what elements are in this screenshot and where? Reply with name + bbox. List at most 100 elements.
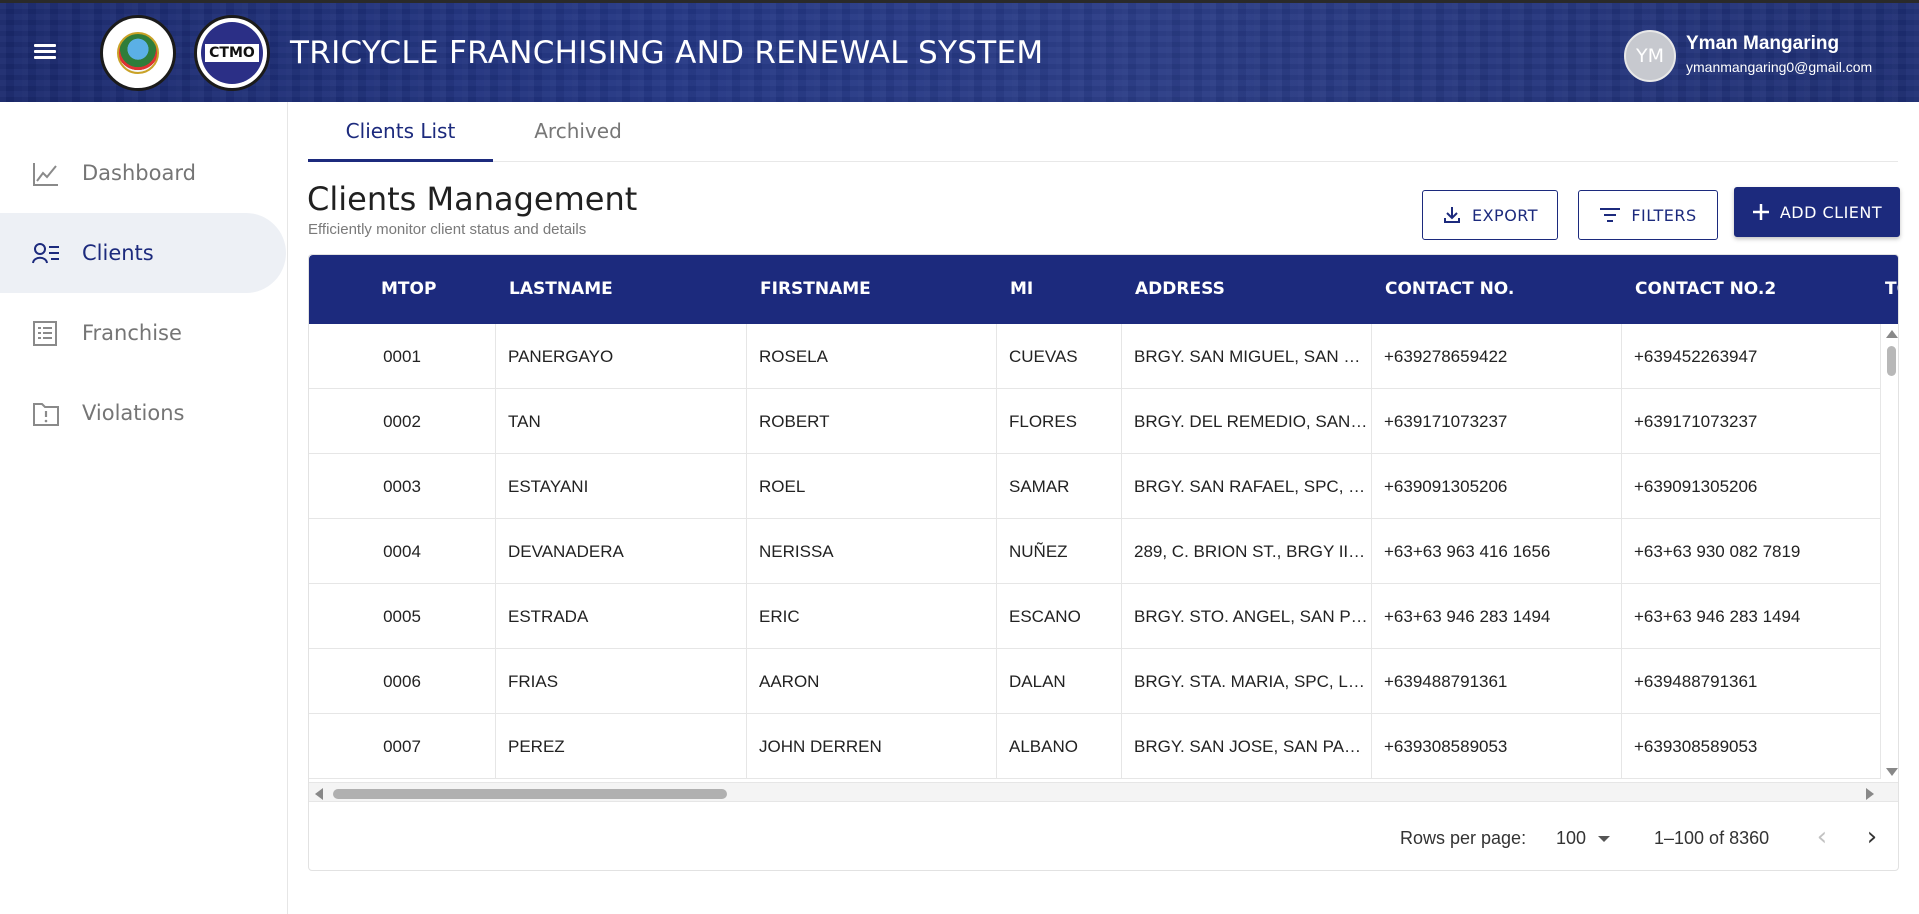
cell-mi: ALBANO xyxy=(997,714,1122,779)
cell-firstname: NERISSA xyxy=(747,519,997,584)
cell-lastname: FRIAS xyxy=(496,649,747,714)
city-seal-logo xyxy=(100,15,176,91)
sidebar-item-violations[interactable]: Violations xyxy=(0,373,286,453)
clients-table: MTOP LASTNAME FIRSTNAME MI ADDRESS CONTA… xyxy=(308,254,1899,871)
cell-firstname: ROSELA xyxy=(747,324,997,389)
filters-button[interactable]: FILTERS xyxy=(1578,190,1718,240)
sidebar-item-dashboard[interactable]: Dashboard xyxy=(0,133,286,213)
cell-contact-no: +63+63 946 283 1494 xyxy=(1372,584,1622,649)
cell-address: BRGY. DEL REMEDIO, SAN … xyxy=(1122,389,1372,454)
column-header-contact-no2[interactable]: CONTACT NO.2 xyxy=(1635,255,1776,324)
cell-mi: CUEVAS xyxy=(997,324,1122,389)
page-title: Clients Management xyxy=(307,180,638,218)
cell-contact-no: +639171073237 xyxy=(1372,389,1622,454)
people-list-icon xyxy=(32,243,59,264)
rows-per-page-select[interactable]: 100 xyxy=(1556,828,1611,849)
menu-icon[interactable] xyxy=(30,41,60,67)
sidebar: Dashboard Clients Franchise Violations xyxy=(0,102,288,914)
add-client-button[interactable]: ADD CLIENT xyxy=(1734,187,1900,237)
scroll-right-icon[interactable] xyxy=(1866,788,1874,800)
cell-address: 289, C. BRION ST., BRGY II… xyxy=(1122,519,1372,584)
table-body: 0001 PANERGAYO ROSELA CUEVAS BRGY. SAN MIGUE… xyxy=(309,324,1881,779)
cell-lastname: PANERGAYO xyxy=(496,324,747,389)
cell-firstname: JOHN DERREN xyxy=(747,714,997,779)
table-row[interactable]: 0006 FRIAS AARON DALAN BRGY. STA. MARIA, SPC… xyxy=(309,649,1881,714)
rows-per-page-value: 100 xyxy=(1556,828,1587,848)
next-page-button[interactable]: › xyxy=(1856,822,1888,854)
column-header-contact-no[interactable]: CONTACT NO. xyxy=(1385,255,1514,324)
horizontal-scrollbar[interactable] xyxy=(309,782,1898,802)
cell-contact-no2: +63+63 946 283 1494 xyxy=(1622,584,1881,649)
table-row[interactable]: 0004 DEVANADERA NERISSA NUÑEZ 289, C. BRION … xyxy=(309,519,1881,584)
sidebar-item-label: Dashboard xyxy=(82,161,196,185)
cell-mtop: 0002 xyxy=(309,389,496,454)
cell-mtop: 0006 xyxy=(309,649,496,714)
column-header-address[interactable]: ADDRESS xyxy=(1135,255,1225,324)
scroll-left-icon[interactable] xyxy=(315,788,323,800)
table-header: MTOP LASTNAME FIRSTNAME MI ADDRESS CONTA… xyxy=(309,255,1898,324)
trending-up-icon xyxy=(33,163,58,186)
column-header-partial[interactable]: TO xyxy=(1885,255,1898,324)
cell-contact-no: +639278659422 xyxy=(1372,324,1622,389)
table-row[interactable]: 0007 PEREZ JOHN DERREN ALBANO BRGY. SAN JOSE… xyxy=(309,714,1881,779)
scroll-up-icon[interactable] xyxy=(1886,330,1898,338)
cell-address: BRGY. SAN MIGUEL, SAN … xyxy=(1122,324,1372,389)
horizontal-scroll-thumb[interactable] xyxy=(333,789,727,799)
vertical-scroll-thumb[interactable] xyxy=(1887,346,1896,376)
cell-mtop: 0007 xyxy=(309,714,496,779)
chevron-down-icon xyxy=(1598,836,1611,843)
column-header-mi[interactable]: MI xyxy=(1010,255,1033,324)
cell-contact-no2: +639452263947 xyxy=(1622,324,1881,389)
app-title: TRICYCLE FRANCHISING AND RENEWAL SYSTEM xyxy=(290,35,1044,71)
cell-mtop: 0003 xyxy=(309,454,496,519)
tab-bar: Clients List Archived xyxy=(308,102,1898,162)
cell-mi: ESCANO xyxy=(997,584,1122,649)
chevron-right-icon: › xyxy=(1866,822,1878,852)
cell-mi: SAMAR xyxy=(997,454,1122,519)
table-row[interactable]: 0005 ESTRADA ERIC ESCANO BRGY. STO. ANGEL, S… xyxy=(309,584,1881,649)
page-subtitle: Efficiently monitor client status and de… xyxy=(308,221,587,238)
plus-icon xyxy=(1752,204,1769,220)
cell-contact-no2: +639171073237 xyxy=(1622,389,1881,454)
column-header-firstname[interactable]: FIRSTNAME xyxy=(760,255,871,324)
add-client-button-label: ADD CLIENT xyxy=(1779,202,1883,222)
column-header-mtop[interactable]: MTOP xyxy=(381,255,436,324)
vertical-scrollbar[interactable] xyxy=(1883,324,1898,782)
cell-mi: NUÑEZ xyxy=(997,519,1122,584)
tab-archived[interactable]: Archived xyxy=(493,102,663,162)
scroll-down-icon[interactable] xyxy=(1886,768,1898,776)
sidebar-item-label: Violations xyxy=(82,401,185,425)
cell-address: BRGY. SAN JOSE, SAN PA… xyxy=(1122,714,1372,779)
cell-contact-no2: +639091305206 xyxy=(1622,454,1881,519)
cell-lastname: PEREZ xyxy=(496,714,747,779)
filter-icon xyxy=(1600,208,1621,222)
column-header-lastname[interactable]: LASTNAME xyxy=(509,255,613,324)
cell-mtop: 0004 xyxy=(309,519,496,584)
cell-lastname: ESTRADA xyxy=(496,584,747,649)
ctmo-logo-text: CTMO xyxy=(205,44,259,62)
cell-firstname: AARON xyxy=(747,649,997,714)
sidebar-item-clients[interactable]: Clients xyxy=(0,213,286,293)
cell-firstname: ROEL xyxy=(747,454,997,519)
list-alt-icon xyxy=(33,321,57,346)
sidebar-item-label: Franchise xyxy=(82,321,182,345)
table-row[interactable]: 0003 ESTAYANI ROEL SAMAR BRGY. SAN RAFAEL, S… xyxy=(309,454,1881,519)
table-row[interactable]: 0002 TAN ROBERT FLORES BRGY. DEL REMEDIO, SA… xyxy=(309,389,1881,454)
cell-mtop: 0005 xyxy=(309,584,496,649)
sidebar-item-franchise[interactable]: Franchise xyxy=(0,293,286,373)
download-icon xyxy=(1443,207,1460,223)
cell-contact-no2: +639308589053 xyxy=(1622,714,1881,779)
table-row[interactable]: 0001 PANERGAYO ROSELA CUEVAS BRGY. SAN MIGUE… xyxy=(309,324,1881,389)
cell-contact-no: +639308589053 xyxy=(1372,714,1622,779)
cell-address: BRGY. STO. ANGEL, SAN P… xyxy=(1122,584,1372,649)
cell-contact-no: +63+63 963 416 1656 xyxy=(1372,519,1622,584)
cell-address: BRGY. STA. MARIA, SPC, L… xyxy=(1122,649,1372,714)
chevron-left-icon: ‹ xyxy=(1816,822,1828,852)
avatar[interactable]: YM xyxy=(1624,30,1676,82)
previous-page-button[interactable]: ‹ xyxy=(1806,822,1838,854)
sidebar-item-label: Clients xyxy=(82,241,154,265)
app-header: CTMO TRICYCLE FRANCHISING AND RENEWAL SY… xyxy=(0,0,1919,102)
tab-clients-list[interactable]: Clients List xyxy=(308,102,493,162)
ctmo-seal-logo: CTMO xyxy=(194,15,270,91)
export-button[interactable]: EXPORT xyxy=(1422,190,1558,240)
